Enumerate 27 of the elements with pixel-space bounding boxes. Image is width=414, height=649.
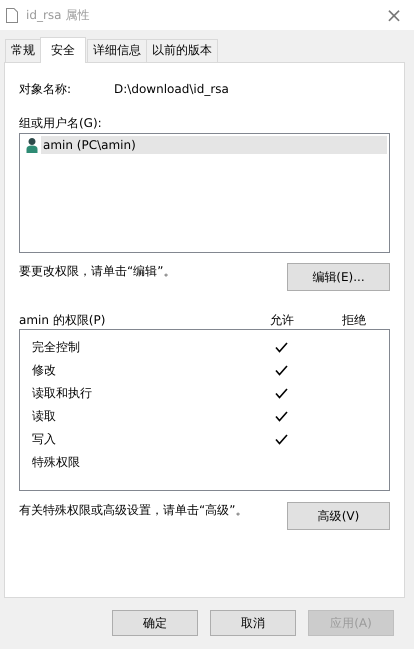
advanced-button[interactable]: 高级(V)	[287, 502, 390, 530]
dialog-button[interactable]: 取消	[210, 610, 296, 636]
users-label: 组或用户名(G):	[19, 115, 103, 132]
user-item[interactable]: amin (PC\amin)	[41, 136, 387, 154]
permission-name: 完全控制	[32, 339, 81, 356]
tab[interactable]: 安全	[40, 37, 86, 63]
permission-name: 读取	[32, 408, 57, 425]
advanced-hint: 有关特殊权限或高级设置，请单击“高级”。	[19, 502, 248, 519]
window-title: id_rsa 属性	[26, 6, 90, 24]
user-icon	[26, 137, 38, 153]
close-button[interactable]: ×	[374, 3, 414, 27]
object-name-label: 对象名称:	[19, 80, 72, 98]
permission-name: 读取和执行	[32, 385, 93, 402]
deny-header: 拒绝	[341, 312, 367, 328]
allow-header: 允许	[269, 312, 295, 328]
file-icon	[6, 8, 18, 22]
edit-hint: 要更改权限，请单击“编辑”。	[19, 263, 176, 280]
tab[interactable]: 详细信息	[87, 39, 147, 62]
permissions-label: amin 的权限(P)	[19, 312, 106, 328]
edit-button[interactable]: 编辑(E)...	[287, 263, 390, 291]
tab[interactable]: 常规	[5, 39, 41, 62]
object-name-value: D:\download\id_rsa	[114, 82, 229, 96]
permission-name: 特殊权限	[32, 454, 81, 471]
dialog-button[interactable]: 确定	[112, 610, 198, 636]
tab[interactable]: 以前的版本	[146, 39, 218, 62]
permission-name: 修改	[32, 362, 57, 379]
permission-name: 写入	[32, 431, 57, 448]
